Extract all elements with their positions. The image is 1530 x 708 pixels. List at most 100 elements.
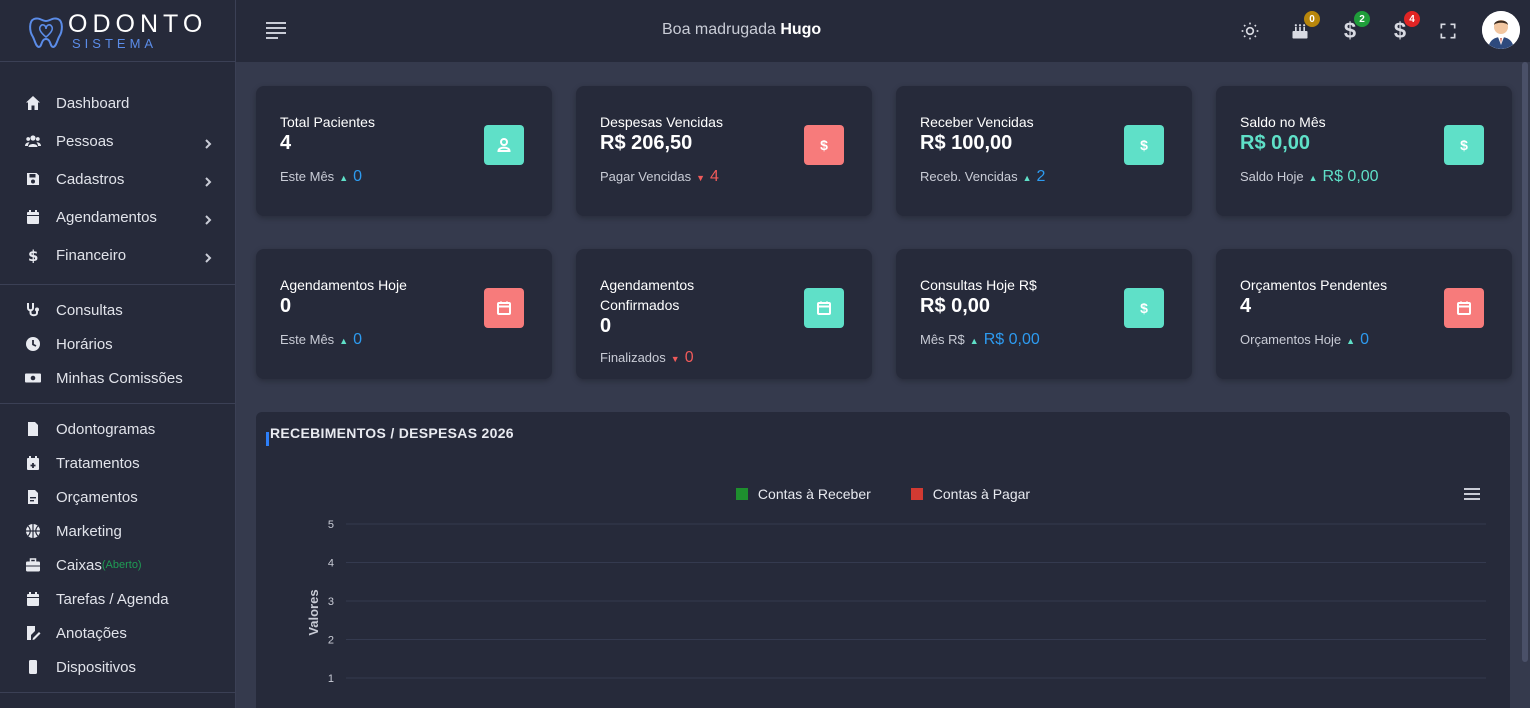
- caret-up-icon: ▲: [339, 173, 349, 183]
- sidebar-group: Dashboard Pessoas Cadastros Agendamentos $ Fi…: [0, 62, 235, 285]
- sidebar-item-tarefas-agenda[interactable]: Tarefas / Agenda: [0, 582, 235, 616]
- chart-legend: Contas à Receber Contas à Pagar: [256, 486, 1510, 502]
- stat-card-subtitle: Mês R$ ▲ R$ 0,00: [920, 331, 1040, 349]
- sidebar-item-dashboard[interactable]: Dashboard: [0, 84, 235, 122]
- stat-card[interactable]: Consultas Hoje R$ R$ 0,00 Mês R$ ▲ R$ 0,00 $: [896, 249, 1192, 379]
- y-tick-label: 5: [328, 519, 334, 531]
- stat-card-value: 0: [280, 295, 292, 317]
- chevron-right-icon: [203, 212, 213, 225]
- stat-card[interactable]: Orçamentos Pendentes 4 Orçamentos Hoje ▲ 0: [1216, 249, 1512, 379]
- stat-card-value: R$ 0,00: [920, 295, 991, 317]
- menu-toggle-icon[interactable]: [266, 22, 286, 39]
- calendar-plus-icon: [24, 454, 42, 472]
- sidebar-item-caixas[interactable]: Caixas (Aberto): [0, 548, 235, 582]
- fullscreen-button[interactable]: [1436, 19, 1460, 43]
- brand-subtitle: SISTEMA: [72, 35, 158, 51]
- stat-card[interactable]: Agendamentos Confirmados 0 Finalizados ▼ 0: [576, 249, 872, 379]
- sidebar-item-label: Orçamentos: [56, 488, 138, 506]
- cash-status-label: (Aberto): [101, 559, 142, 571]
- y-tick-label: 1: [328, 673, 334, 685]
- stat-card-subtitle-value: R$ 0,00: [983, 331, 1040, 348]
- caret-down-icon: ▼: [696, 173, 705, 183]
- sidebar-item-cadastros[interactable]: Cadastros: [0, 160, 235, 198]
- dollar-icon: $: [1124, 125, 1164, 165]
- stat-card[interactable]: Despesas Vencidas R$ 206,50 Pagar Vencidas…: [576, 86, 872, 216]
- stat-card[interactable]: Agendamentos Hoje 0 Este Mês ▲ 0: [256, 249, 552, 379]
- stat-card-title: Total Pacientes: [280, 114, 375, 130]
- payables-alert-button[interactable]: $ 4: [1388, 11, 1420, 43]
- dollar-icon: $: [24, 246, 42, 264]
- sidebar-item-label: Tratamentos: [56, 454, 140, 472]
- stat-card[interactable]: Total Pacientes 4 Este Mês ▲ 0: [256, 86, 552, 216]
- sidebar-item-label: Pessoas: [56, 132, 114, 150]
- file-invoice-icon: [24, 488, 42, 506]
- sidebar-item-marketing[interactable]: Marketing: [0, 514, 235, 548]
- sidebar-item-agendamentos[interactable]: Agendamentos: [0, 198, 235, 236]
- sidebar-item-label: Horários: [56, 335, 113, 353]
- caret-up-icon: ▲: [1346, 336, 1356, 346]
- sidebar-item-tratamentos[interactable]: Tratamentos: [0, 446, 235, 480]
- calendar-icon: [804, 288, 844, 328]
- sidebar-item-label: Consultas: [56, 301, 123, 319]
- receivables-alert-button[interactable]: $ 2: [1338, 11, 1370, 43]
- sidebar-item-minhas-comissoes[interactable]: Minhas Comissões: [0, 361, 235, 395]
- birthdays-button[interactable]: 0: [1288, 11, 1320, 43]
- clock-icon: [24, 335, 42, 353]
- sidebar-item-label: Dashboard: [56, 94, 130, 112]
- calendar-icon: [1444, 288, 1484, 328]
- edit-note-icon: [24, 624, 42, 642]
- sidebar-item-orcamentos[interactable]: Orçamentos: [0, 480, 235, 514]
- stat-card-value: R$ 206,50: [600, 132, 693, 154]
- theme-toggle-button[interactable]: [1238, 19, 1262, 43]
- greeting: Boa madrugada Hugo: [662, 21, 821, 39]
- chevron-right-icon: [203, 250, 213, 263]
- page-scrollbar[interactable]: [1522, 62, 1528, 662]
- briefcase-icon: [24, 556, 42, 574]
- brand-name: ODONTO: [68, 9, 208, 38]
- mobile-icon: [24, 658, 42, 676]
- sidebar-item-label: Dispositivos: [56, 658, 137, 676]
- sidebar-item-financeiro[interactable]: $ Financeiro: [0, 236, 235, 274]
- stat-card-title: Saldo no Mês: [1240, 114, 1326, 130]
- sidebar-group: Consultas Horários Minhas Comissões: [0, 285, 235, 404]
- basketball-icon: [24, 522, 42, 540]
- sidebar-item-label: Financeiro: [56, 246, 127, 264]
- sidebar-item-label: Marketing: [56, 522, 122, 540]
- stat-card-value: R$ 0,00: [1240, 132, 1311, 154]
- sidebar: ODONTO SISTEMA Dashboard Pessoas Cadastros…: [0, 0, 236, 708]
- sidebar-item-odontogramas[interactable]: Odontogramas: [0, 412, 235, 446]
- legend-swatch: [910, 488, 923, 500]
- sidebar-item-label: Cadastros: [56, 170, 125, 188]
- stat-card-title: Orçamentos Pendentes: [1240, 277, 1388, 293]
- sidebar-item-dispositivos[interactable]: Dispositivos: [0, 650, 235, 684]
- sidebar-item-pessoas[interactable]: Pessoas: [0, 122, 235, 160]
- stat-card-subtitle-label: Finalizados: [600, 350, 666, 365]
- legend-item[interactable]: Contas à Receber: [735, 486, 871, 502]
- stat-card[interactable]: Saldo no Mês R$ 0,00 Saldo Hoje ▲ R$ 0,00 $: [1216, 86, 1512, 216]
- revenue-expense-chart: 1 2 3 4 5 Valores: [306, 519, 1486, 685]
- logo[interactable]: ODONTO SISTEMA: [0, 0, 235, 62]
- fullscreen-icon: [1440, 23, 1456, 39]
- greeting-prefix: Boa madrugada: [662, 21, 776, 38]
- chart-title-accent: [266, 432, 269, 446]
- chart-menu-icon[interactable]: [1464, 488, 1480, 500]
- user-avatar[interactable]: [1482, 11, 1520, 49]
- stat-card-subtitle-value: 4: [710, 168, 719, 185]
- home-icon: [24, 94, 42, 112]
- stat-card-subtitle-label: Este Mês: [280, 169, 335, 184]
- stat-card-title: Receber Vencidas: [920, 114, 1034, 130]
- calendar-icon: [484, 288, 524, 328]
- caret-up-icon: ▲: [969, 336, 979, 346]
- sidebar-item-consultas[interactable]: Consultas: [0, 293, 235, 327]
- caret-down-icon: ▼: [670, 354, 680, 364]
- stat-card-subtitle-label: Mês R$: [920, 332, 965, 347]
- stat-card-subtitle-value: 0: [353, 168, 363, 185]
- stat-card-subtitle: Finalizados ▼ 0: [600, 349, 694, 367]
- legend-swatch: [735, 488, 748, 500]
- stat-card[interactable]: Receber Vencidas R$ 100,00 Receb. Vencidas…: [896, 86, 1192, 216]
- legend-item[interactable]: Contas à Pagar: [910, 486, 1030, 502]
- sidebar-item-horarios[interactable]: Horários: [0, 327, 235, 361]
- calendar-icon: [24, 208, 42, 226]
- stat-card-subtitle-value: 0: [1360, 331, 1369, 348]
- sidebar-item-anotacoes[interactable]: Anotações: [0, 616, 235, 650]
